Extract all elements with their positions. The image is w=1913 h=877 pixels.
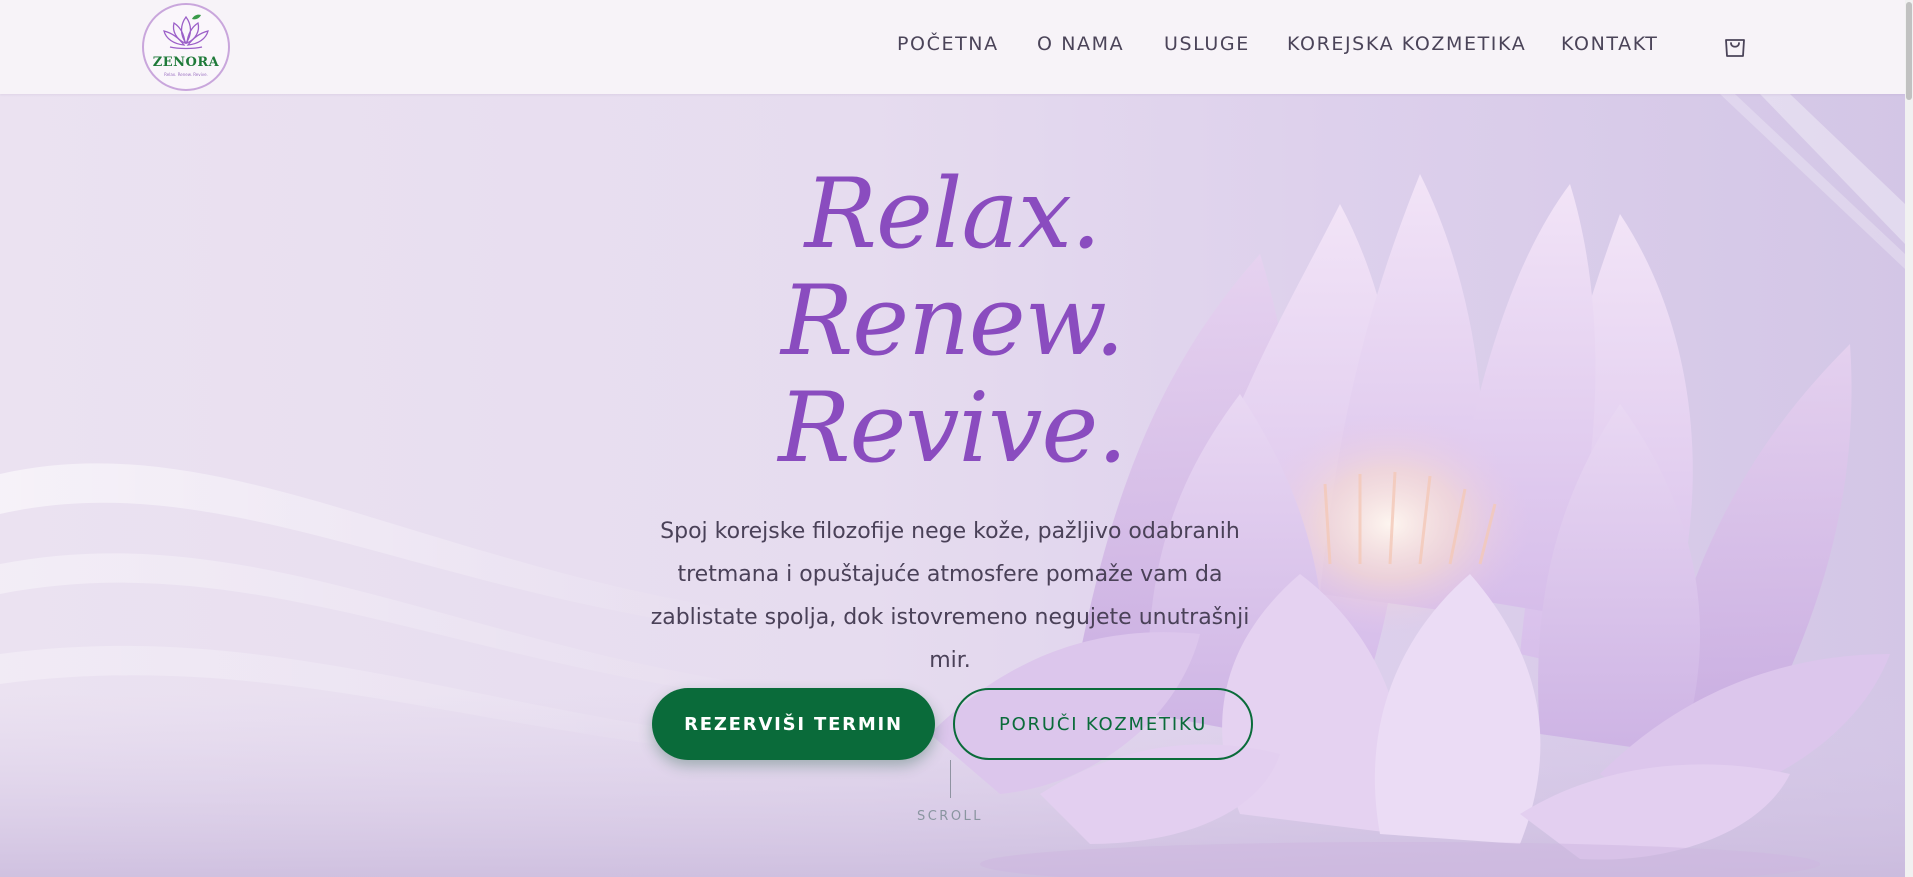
scroll-indicator-line <box>950 760 951 798</box>
nav-item-kontakt[interactable]: KONTAKT <box>1561 33 1659 55</box>
brand-tagline: Relax. Renew. Revive. <box>164 72 208 77</box>
nav-item-korejska-kozmetika[interactable]: KOREJSKA KOZMETIKA <box>1287 33 1526 55</box>
hero-headline-line-3: Revive. <box>778 372 1128 484</box>
hero-subtitle: Spoj korejske filozofije nege kože, pažl… <box>650 519 1250 673</box>
site-header: ZENORA Relax. Renew. Revive. POČETNA O N… <box>0 0 1905 94</box>
scrollbar-track[interactable] <box>1905 0 1913 877</box>
brand-name: ZENORA <box>152 55 220 70</box>
nav-item-usluge[interactable]: USLUGE <box>1164 33 1250 55</box>
hero-headline-line-1: Relax. <box>804 158 1102 270</box>
scroll-indicator-label[interactable]: SCROLL <box>900 809 1000 824</box>
nav-item-pocetna[interactable]: POČETNA <box>897 33 999 55</box>
scrollbar-thumb[interactable] <box>1906 2 1912 100</box>
nav-item-o-nama[interactable]: O NAMA <box>1037 33 1124 55</box>
order-cosmetics-button[interactable]: PORUČI KOZMETIKU <box>953 688 1253 760</box>
book-appointment-button[interactable]: REZERVIŠI TERMIN <box>652 688 935 760</box>
shopping-bag-icon[interactable] <box>1722 33 1748 59</box>
page: ZENORA Relax. Renew. Revive. POČETNA O N… <box>0 0 1913 877</box>
brand-logo[interactable]: ZENORA Relax. Renew. Revive. <box>142 3 230 91</box>
hero-headline-line-2: Renew. <box>780 265 1125 377</box>
